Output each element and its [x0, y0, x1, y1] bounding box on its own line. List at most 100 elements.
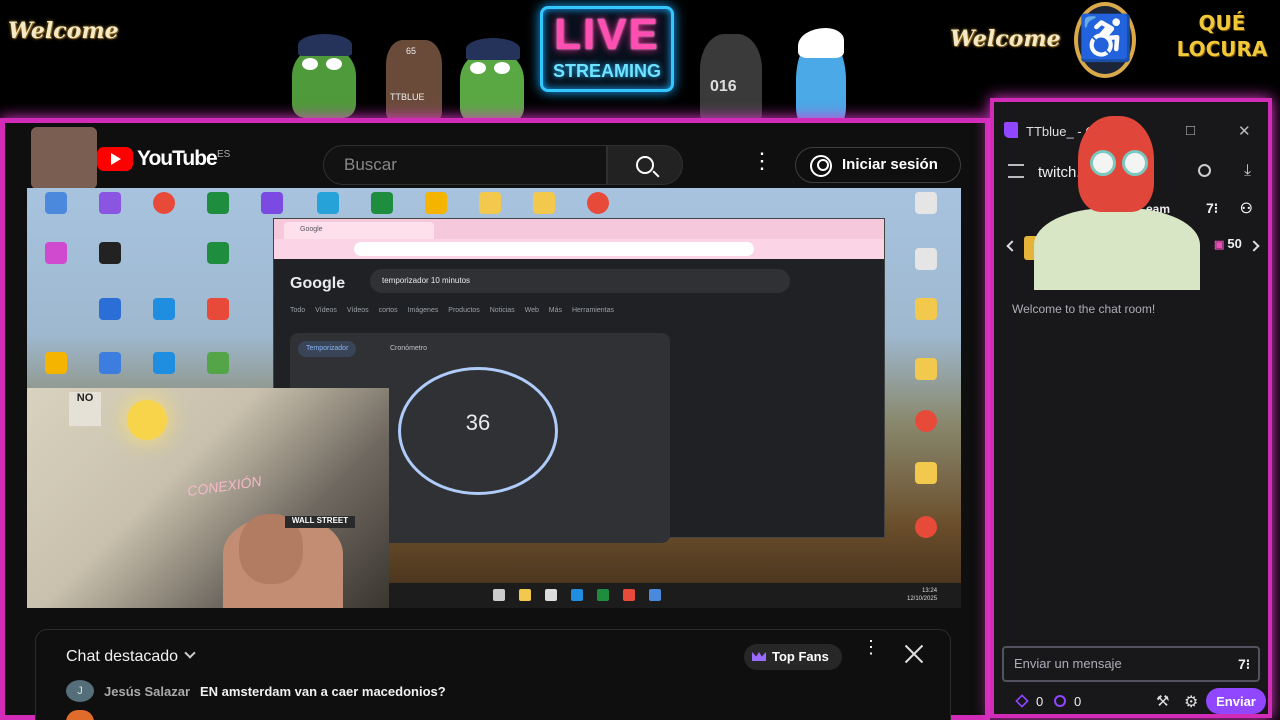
document-icon — [207, 298, 229, 320]
welcome-logo-right: Welcome — [950, 26, 1061, 52]
gift-count: 50 — [1214, 236, 1241, 251]
accessibility-icon: ♿ — [1074, 2, 1136, 78]
chat-input[interactable]: Enviar un mensaje 7⁝ — [1002, 646, 1260, 682]
folder-icon — [533, 192, 555, 214]
pepe-police-sticker — [292, 34, 356, 118]
bits-balance[interactable]: 0 — [1015, 694, 1043, 709]
top-fans-button[interactable]: Top Fans — [744, 644, 842, 670]
channel-points[interactable]: 0 — [1054, 694, 1081, 709]
message-author[interactable]: Jesús Salazar — [104, 684, 190, 699]
mod-tools-icon[interactable]: ⚒ — [1156, 692, 1169, 710]
window-close-icon[interactable]: ✕ — [1238, 122, 1251, 140]
taskview-icon — [493, 589, 505, 601]
youtube-logo-text: YouTube — [137, 147, 218, 170]
site-settings-icon[interactable] — [1008, 164, 1024, 178]
welcome-logo-left: Welcome — [8, 18, 119, 44]
word-icon — [99, 298, 121, 320]
google-logo: Google — [290, 275, 346, 292]
chrome-toolbar — [274, 239, 884, 259]
google-search-box[interactable]: temporizador 10 minutos — [370, 269, 790, 293]
desktop-app-icon — [45, 242, 67, 264]
taskbar-clock: 13:24 12/10/2025 — [907, 588, 938, 602]
region-code: ES — [217, 149, 231, 160]
streaming-label: STREAMING — [553, 61, 661, 81]
folder-icon — [915, 462, 937, 484]
smurf-sticker — [796, 28, 846, 126]
chrome-icon — [915, 516, 937, 538]
send-button[interactable]: Enviar — [1206, 688, 1266, 714]
desktop-app-icon — [207, 352, 229, 374]
search-icon — [636, 156, 654, 174]
desktop-app-icon — [99, 242, 121, 264]
store-icon — [545, 589, 557, 601]
chrome-icon — [587, 192, 609, 214]
chrome-icon — [915, 410, 937, 432]
sheets-icon — [371, 192, 393, 214]
explorer-icon — [519, 589, 531, 601]
desktop-app-icon — [261, 192, 283, 214]
avatar — [66, 710, 94, 720]
timer-ring: 36 — [398, 367, 558, 495]
armored-cat-sticker: 016 — [700, 34, 762, 122]
timer-value: 36 — [465, 410, 491, 435]
youtube-window: YouTube ES Buscar ⋮ Iniciar sesión Googl… — [0, 118, 990, 720]
youtube-play-icon — [97, 147, 133, 171]
no-sign-poster: NO — [69, 392, 101, 426]
points-icon — [1054, 695, 1066, 707]
twitch-chat-window: TTblue_ - C □ ✕ twitch.t...ut/... ⤓ eam … — [990, 98, 1272, 718]
folder-icon — [915, 298, 937, 320]
live-label: LIVE — [554, 10, 660, 59]
que-locura-logo: QUÉ LOCURA — [1176, 11, 1268, 61]
chat-more-icon[interactable]: ⋮ — [862, 638, 880, 656]
chrome-icon — [623, 589, 635, 601]
app-icon — [597, 589, 609, 601]
more-options-icon[interactable]: ⋮ — [751, 150, 773, 172]
neon-sign: CONEXIÓN — [186, 472, 263, 500]
search-button[interactable] — [607, 145, 683, 185]
file-icon — [915, 192, 937, 214]
chevron-left-icon[interactable] — [1006, 240, 1018, 252]
streamer-webcam: NO CONEXIÓN WALL STREET — [27, 388, 389, 608]
youtube-logo[interactable]: YouTube — [97, 147, 218, 171]
chat-footer: 0 0 ⚒ ⚙ Enviar — [994, 688, 1268, 716]
desktop-app-icon — [317, 192, 339, 214]
download-icon[interactable]: ⤓ — [1244, 162, 1251, 180]
wall-street-poster: WALL STREET — [285, 516, 355, 528]
drive-icon — [425, 192, 447, 214]
emote-picker-icon[interactable]: 7⁝ — [1238, 656, 1250, 673]
chrome-tab[interactable]: Google — [284, 222, 434, 239]
desktop-app-icon — [99, 352, 121, 374]
lamp — [127, 400, 167, 440]
search-input[interactable]: Buscar — [323, 145, 607, 185]
users-icon[interactable]: ⚇ — [1240, 200, 1253, 217]
recycle-bin-icon — [45, 192, 67, 214]
google-result-tabs[interactable]: Todo Vídeos Vídeos cortos Imágenes Produ… — [290, 307, 614, 314]
bits-icon — [1015, 694, 1029, 708]
timer-tab[interactable]: Temporizador — [298, 341, 357, 357]
folder-icon — [479, 192, 501, 214]
top-fans-label: Top Fans — [772, 649, 829, 664]
desktop-app-icon — [99, 192, 121, 214]
account-icon — [810, 155, 832, 177]
sign-in-label: Iniciar sesión — [842, 156, 938, 173]
pepe-officer-sticker — [460, 38, 524, 122]
close-icon[interactable] — [902, 642, 926, 666]
live-streaming-sign: LIVE STREAMING — [540, 6, 674, 92]
chat-message: J Jesús Salazar EN amsterdam van a caer … — [66, 680, 446, 702]
chrome-icon — [153, 192, 175, 214]
streamer-webcam-thumb — [31, 127, 97, 189]
address-bar[interactable] — [354, 242, 754, 256]
chevron-right-icon[interactable] — [1248, 240, 1260, 252]
stopwatch-tab[interactable]: Cronómetro — [382, 341, 435, 357]
youtube-header: YouTube ES Buscar ⋮ Iniciar sesión — [5, 123, 985, 191]
twitch-icon — [1004, 122, 1018, 138]
sign-in-button[interactable]: Iniciar sesión — [795, 147, 961, 183]
emote-icon[interactable]: 7⁝ — [1206, 200, 1218, 217]
excel-icon — [207, 192, 229, 214]
gear-icon[interactable]: ⚙ — [1184, 692, 1198, 712]
featured-chat-dropdown[interactable]: Chat destacado — [66, 647, 196, 666]
folder-icon — [915, 358, 937, 380]
drive-icon — [45, 352, 67, 374]
file-icon — [915, 248, 937, 270]
edge-icon — [153, 352, 175, 374]
